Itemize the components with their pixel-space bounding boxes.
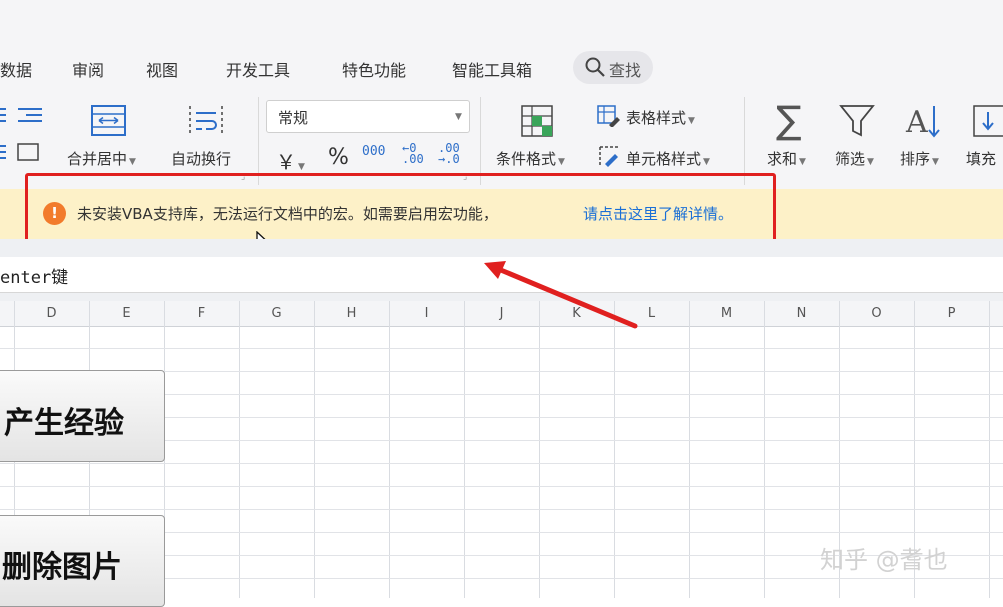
table-style-icon	[597, 105, 620, 127]
column-header-F[interactable]: F	[164, 306, 239, 321]
search-icon	[585, 57, 605, 77]
annotation-highlight-box	[25, 173, 776, 248]
menu-data[interactable]: 数据	[0, 57, 32, 81]
fill-icon	[973, 105, 1003, 137]
grid-line	[689, 301, 690, 598]
title-bar	[0, 0, 1003, 43]
grid-line	[239, 301, 240, 598]
number-format-value: 常规	[278, 109, 309, 127]
grid-line	[764, 301, 765, 598]
watermark: 知乎 @耆也	[820, 546, 948, 574]
delete-image-label: 删除图片	[2, 550, 122, 585]
column-header-M[interactable]: M	[689, 306, 764, 321]
table-style-button[interactable]: 表格样式 ▼	[626, 107, 695, 128]
sum-icon: ∑	[776, 98, 802, 142]
formula-content: enter键	[0, 268, 69, 288]
decimal-increase-button[interactable]: ←0.00	[402, 142, 424, 165]
column-header-E[interactable]: E	[89, 306, 164, 321]
menu-view[interactable]: 视图	[146, 57, 178, 81]
column-header-O[interactable]: O	[839, 306, 914, 321]
sum-button[interactable]: 求和 ▼	[767, 148, 806, 169]
auto-wrap-icon	[189, 106, 223, 134]
cell-style-icon	[599, 146, 618, 167]
sort-icon: A	[905, 105, 940, 140]
merge-center-icon	[91, 105, 126, 136]
filter-icon	[839, 105, 875, 137]
column-header-D[interactable]: D	[14, 306, 89, 321]
grid-line	[0, 509, 1003, 510]
ribbon-separator	[744, 97, 745, 185]
ribbon-separator	[480, 97, 481, 185]
grid-line	[989, 301, 990, 598]
currency-button[interactable]: ￥ ▼	[276, 146, 305, 175]
annotation-arrow	[484, 261, 638, 329]
svg-text:A: A	[905, 105, 928, 140]
grid-line	[464, 301, 465, 598]
column-header-G[interactable]: G	[239, 306, 314, 321]
thousands-button[interactable]: 000	[362, 145, 385, 158]
column-header-P[interactable]: P	[914, 306, 989, 321]
menu-special[interactable]: 特色功能	[342, 57, 406, 81]
filter-button[interactable]: 筛选 ▼	[835, 148, 874, 169]
chevron-down-icon: ▼	[455, 112, 462, 122]
menu-developer[interactable]: 开发工具	[226, 57, 290, 81]
grid-line	[0, 463, 1003, 464]
menu-review[interactable]: 审阅	[72, 57, 104, 81]
grid-line	[389, 301, 390, 598]
auto-wrap-button[interactable]: 自动换行	[171, 148, 231, 169]
merge-center-button[interactable]: 合并居中 ▼	[67, 148, 136, 169]
search-label: 查找	[609, 61, 642, 80]
align-icons[interactable]	[0, 106, 45, 166]
grid-line	[614, 301, 615, 598]
percent-button[interactable]: %	[328, 145, 349, 170]
fill-button[interactable]: 填充	[966, 148, 996, 169]
conditional-format-button[interactable]: 条件格式 ▼	[496, 148, 565, 169]
ribbon-separator	[258, 97, 259, 185]
grid-line	[539, 301, 540, 598]
column-header-I[interactable]: I	[389, 306, 464, 321]
generate-experience-label: 产生经验	[4, 406, 124, 441]
grid-line	[0, 348, 1003, 349]
sort-button[interactable]: 排序 ▼	[900, 148, 939, 169]
column-header-N[interactable]: N	[764, 306, 839, 321]
column-header-H[interactable]: H	[314, 306, 389, 321]
grid-line	[0, 486, 1003, 487]
conditional-format-icon	[521, 105, 553, 137]
grid-line	[314, 301, 315, 598]
decimal-decrease-button[interactable]: .00 →.0	[438, 142, 460, 165]
cell-style-button[interactable]: 单元格样式 ▼	[626, 148, 710, 169]
menu-smart-toolbox[interactable]: 智能工具箱	[452, 57, 532, 81]
